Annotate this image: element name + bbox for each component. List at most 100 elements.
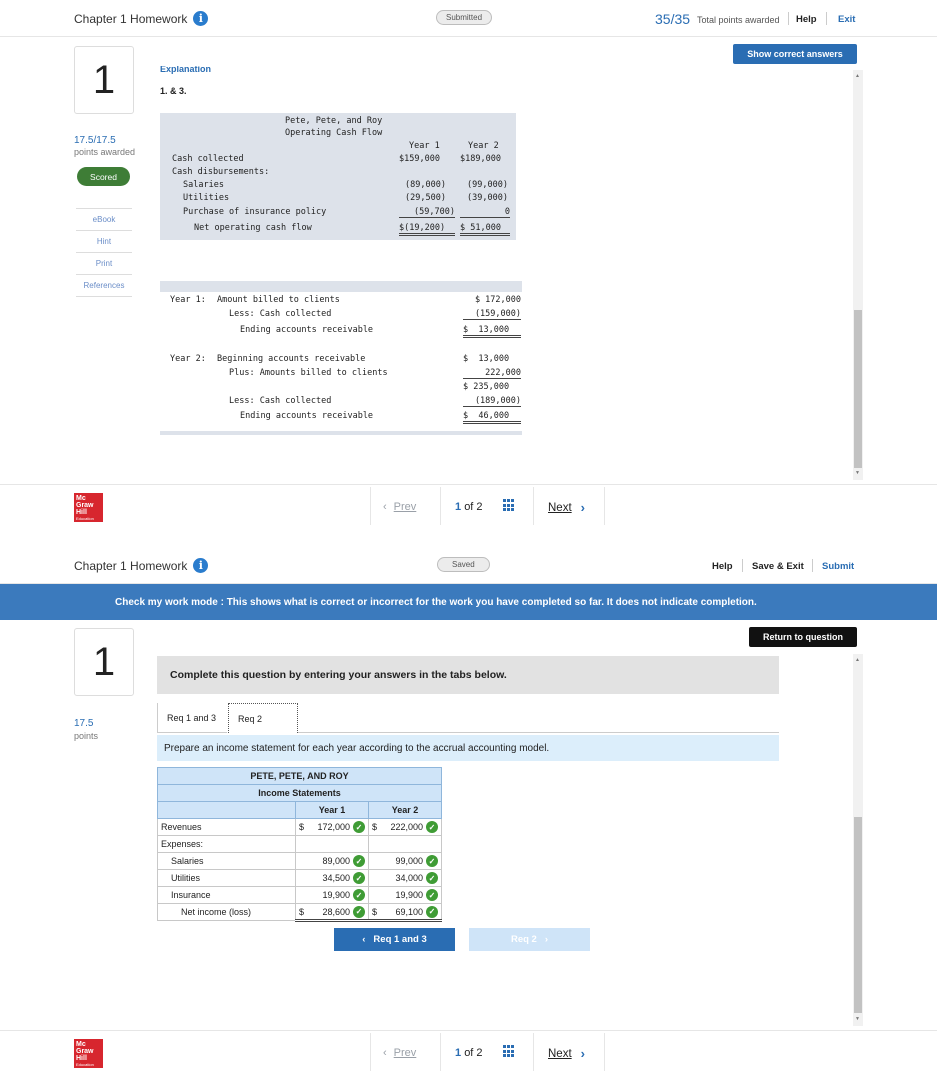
scroll-up-icon[interactable]: ▲	[855, 73, 860, 79]
row-label: Insurance	[157, 886, 296, 904]
resource-links: eBook Hint Print References	[76, 208, 132, 297]
points-label: points	[74, 731, 99, 741]
revenues-year1-input[interactable]: 172,000	[304, 822, 353, 832]
prev-req-button[interactable]: ‹ Req 1 and 3	[334, 928, 455, 951]
table-row: Revenues $172,000 ✓ $222,000 ✓	[157, 818, 442, 836]
explanation-heading: Explanation	[160, 66, 212, 74]
table-header-row: Income Statements	[157, 784, 442, 802]
check-icon: ✓	[426, 855, 438, 867]
next-button[interactable]: Next ›	[548, 500, 585, 515]
scrollbar[interactable]: ▲ ▼	[853, 70, 863, 480]
salaries-year2-input[interactable]: 99,000	[372, 856, 426, 866]
divider	[788, 12, 789, 25]
requirement-prompt: Prepare an income statement for each yea…	[157, 735, 779, 761]
check-icon: ✓	[426, 905, 438, 918]
scrollbar-thumb[interactable]	[854, 310, 862, 468]
points-value: 17.5/17.5	[74, 135, 116, 146]
submit-link[interactable]: Submit	[822, 561, 854, 572]
utilities-year1-input[interactable]: 34,500	[299, 873, 353, 883]
scored-badge: Scored	[77, 167, 130, 186]
utilities-year2-input[interactable]: 34,000	[372, 873, 426, 883]
help-link[interactable]: Help	[712, 561, 733, 572]
hint-link[interactable]: Hint	[76, 231, 132, 253]
divider	[440, 487, 441, 525]
ar-row-value: $ 13,000	[463, 354, 510, 364]
table-row: Insurance 19,900 ✓ 19,900 ✓	[157, 886, 442, 904]
help-link[interactable]: Help	[796, 14, 817, 25]
cf-col-year1: Year 1	[409, 141, 440, 151]
tab-req-2[interactable]: Req 2	[228, 703, 298, 733]
check-icon: ✓	[353, 872, 365, 884]
insurance-year1-input[interactable]: 19,900	[299, 890, 353, 900]
grid-icon[interactable]	[503, 1045, 516, 1058]
check-icon: ✓	[353, 821, 365, 833]
net-income-year1-input[interactable]: 28,600	[304, 907, 353, 917]
cf-row-y2: (39,000)	[467, 193, 508, 203]
row-label: Net income (loss)	[157, 903, 296, 921]
divider	[604, 1033, 605, 1071]
divider	[812, 559, 813, 572]
status-badge: Submitted	[436, 10, 493, 25]
cf-row-label: Net operating cash flow	[194, 223, 312, 233]
divider	[826, 12, 827, 25]
ar-row-label: Less: Cash collected	[229, 396, 332, 406]
question-number: 1	[74, 46, 134, 114]
check-icon: ✓	[353, 855, 365, 867]
info-icon[interactable]: i	[193, 558, 209, 573]
cf-row-label: Salaries	[183, 180, 224, 190]
insurance-year2-input[interactable]: 19,900	[372, 890, 426, 900]
scrollbar-thumb[interactable]	[854, 817, 862, 1013]
scroll-down-icon[interactable]: ▼	[855, 470, 860, 476]
cf-row-label: Purchase of insurance policy	[183, 207, 327, 217]
ar-row-value: 222,000	[463, 368, 521, 379]
bottom-header: Chapter 1 Homework i Saved Help Save & E…	[0, 547, 937, 584]
ar-row-value: (189,000)	[463, 396, 521, 407]
col-year1: Year 1	[295, 801, 369, 819]
scrollbar[interactable]: ▲ ▼	[853, 654, 863, 1026]
table-row: Utilities 34,500 ✓ 34,000 ✓	[157, 869, 442, 887]
check-work-banner: Check my work mode : This shows what is …	[0, 584, 937, 620]
save-exit-link[interactable]: Save & Exit	[752, 561, 804, 572]
chevron-right-icon: ›	[544, 934, 549, 945]
ar-year1-label: Year 1:	[170, 295, 206, 305]
cf-row-y1: $(19,200)	[399, 223, 455, 236]
cf-col-year2: Year 2	[468, 141, 499, 151]
divider	[370, 487, 371, 525]
table-row: Net income (loss) $28,600 ✓ $69,100 ✓	[157, 903, 442, 922]
check-icon: ✓	[353, 905, 365, 918]
prev-button[interactable]: ‹ Prev	[383, 1047, 416, 1059]
print-link[interactable]: Print	[76, 253, 132, 275]
scroll-up-icon[interactable]: ▲	[855, 657, 860, 663]
mcgraw-hill-logo: Mc Graw Hill Education	[74, 493, 103, 522]
ar-row-label: Ending accounts receivable	[240, 325, 374, 335]
table-header-row: PETE, PETE, AND ROY	[157, 767, 442, 785]
statement-title: Income Statements	[157, 784, 442, 802]
next-req-button[interactable]: Req 2 ›	[469, 928, 590, 951]
score-value: 35/35	[655, 11, 691, 27]
tab-req-1-and-3[interactable]: Req 1 and 3	[157, 703, 227, 733]
net-income-year2-input[interactable]: 69,100	[377, 907, 426, 917]
scroll-down-icon[interactable]: ▼	[855, 1016, 860, 1022]
ar-row-value: $ 46,000	[463, 411, 521, 424]
exit-link[interactable]: Exit	[838, 14, 855, 25]
bottom-footer: Mc Graw Hill Education ‹ Prev 1 of 2 Nex…	[0, 1030, 937, 1073]
chevron-right-icon: ›	[580, 500, 585, 515]
return-to-question-button[interactable]: Return to question	[749, 627, 857, 647]
grid-icon[interactable]	[503, 499, 516, 512]
divider	[533, 1033, 534, 1071]
ebook-link[interactable]: eBook	[76, 209, 132, 231]
references-link[interactable]: References	[76, 275, 132, 297]
prev-button[interactable]: ‹ Prev	[383, 501, 416, 513]
info-icon[interactable]: i	[193, 11, 209, 26]
revenues-year2-input[interactable]: 222,000	[377, 822, 426, 832]
table-divider	[160, 431, 522, 435]
show-correct-answers-button[interactable]: Show correct answers	[733, 44, 857, 64]
ar-row-label: Amount billed to clients	[217, 295, 340, 305]
table-divider	[160, 281, 522, 292]
cf-row-label: Cash disbursements:	[172, 167, 270, 177]
operating-cash-flow-table: Pete, Pete, and Roy Operating Cash Flow …	[160, 113, 516, 240]
divider	[440, 1033, 441, 1071]
salaries-year1-input[interactable]: 89,000	[299, 856, 353, 866]
page-indicator: 1 of 2	[455, 501, 483, 513]
next-button[interactable]: Next ›	[548, 1046, 585, 1061]
